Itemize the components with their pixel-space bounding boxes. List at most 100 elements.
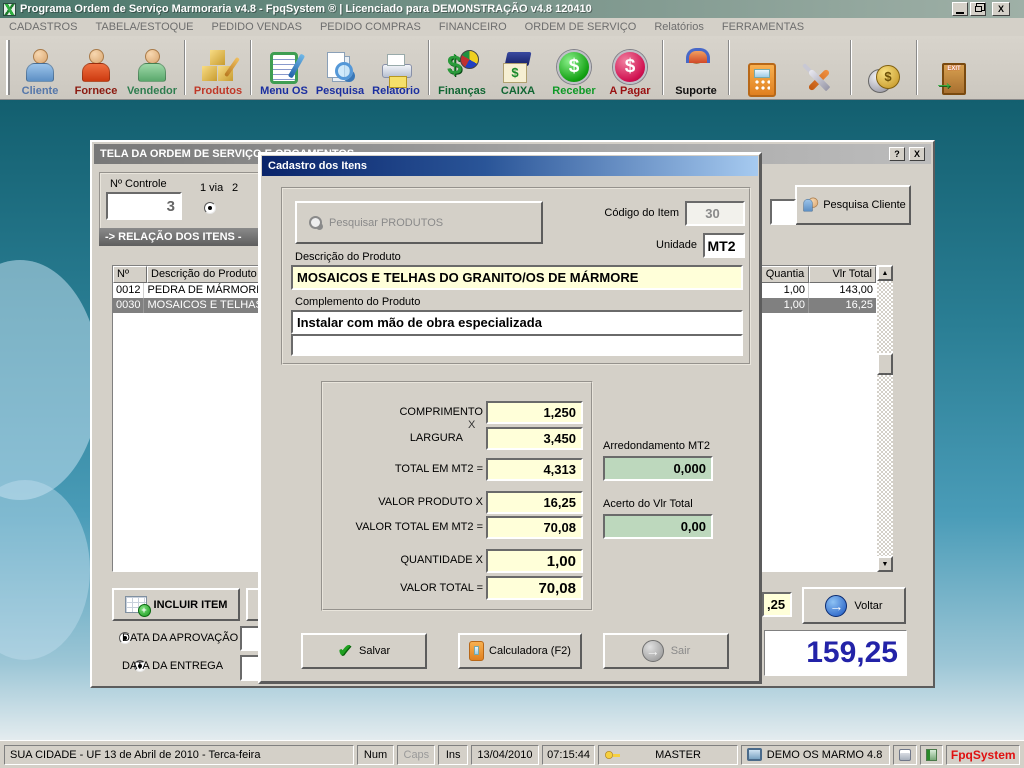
menu-cadastros[interactable]: CADASTROS (0, 21, 86, 33)
data-entrega-field[interactable] (240, 655, 260, 681)
calculadora-button[interactable]: Calculadora (F2) (458, 633, 582, 669)
partial-field (770, 199, 796, 225)
printer-icon (380, 52, 412, 84)
quantidade-field[interactable]: 1,00 (486, 549, 583, 573)
col-header-descricao[interactable]: Descrição do Produto (147, 266, 259, 283)
status-user: MASTER (598, 745, 737, 765)
toolbar-separator (916, 40, 918, 95)
os-window-close-button[interactable]: X (909, 147, 925, 161)
complemento-produto-field[interactable]: Instalar com mão de obra especializada (291, 310, 743, 334)
minimize-button[interactable] (952, 2, 968, 16)
toolbar-menu-os-button[interactable]: Menu OS (256, 36, 312, 99)
col-header-numero[interactable]: Nº (113, 266, 147, 283)
complemento-produto-label: Complemento do Produto (295, 296, 420, 308)
toolbar-financas-button[interactable]: $ Finanças (434, 36, 490, 99)
key-icon (604, 749, 620, 761)
scroll-down-button[interactable]: ▼ (877, 556, 893, 572)
scroll-up-button[interactable]: ▲ (877, 265, 893, 281)
client-person-icon (23, 48, 57, 84)
menu-pedido-compras[interactable]: PEDIDO COMPRAS (311, 21, 430, 33)
unidade-label: Unidade (649, 239, 697, 251)
salvar-button[interactable]: ✔ Salvar (301, 633, 427, 669)
menu-tabela-estoque[interactable]: TABELA/ESTOQUE (86, 21, 202, 33)
dialog-titlebar[interactable]: Cadastro dos Itens (262, 156, 758, 176)
toolbar-coins-button[interactable] (856, 36, 912, 99)
table-row[interactable]: 1,00 143,00 (761, 283, 876, 298)
incluir-item-button[interactable]: INCLUIR ITEM (112, 588, 240, 621)
table-row-selected[interactable]: 1,00 16,25 (761, 298, 876, 313)
acerto-vlr-total-field[interactable]: 0,00 (603, 514, 713, 539)
toolbar-relatorio-button[interactable]: Relatório (368, 36, 424, 99)
toolbar-pesquisa-button[interactable]: Pesquisa (312, 36, 368, 99)
toolbar-calculator-button[interactable] (734, 36, 790, 99)
items-scrollbar[interactable]: ▲ ▼ (877, 265, 893, 572)
toolbar-suporte-button[interactable]: Suporte (668, 36, 724, 99)
valor-produto-field[interactable]: 16,25 (486, 491, 583, 514)
total-mt2-label: TOTAL EM MT2 = (323, 463, 483, 475)
finance-dollar-pie-icon: $ (445, 48, 479, 84)
largura-label: LARGURA (323, 432, 463, 444)
toolbar-a-pagar-button[interactable]: $ A Pagar (602, 36, 658, 99)
menu-ordem-servico[interactable]: ORDEM DE SERVIÇO (516, 21, 646, 33)
seller-person-icon (135, 48, 169, 84)
toolbar-receber-button[interactable]: $ Receber (546, 36, 602, 99)
desktop-logo-shape (0, 480, 90, 660)
toolbar-cliente-button[interactable]: Cliente (12, 36, 68, 99)
toolbar-vendedor-button[interactable]: Vendedor (124, 36, 180, 99)
valor-total-field[interactable]: 70,08 (486, 576, 583, 600)
menu-pedido-vendas[interactable]: PEDIDO VENDAS (202, 21, 310, 33)
valor-total-mt2-field[interactable]: 70,08 (486, 516, 583, 539)
col-header-vlr-total[interactable]: Vlr Total (809, 266, 876, 283)
unidade-field[interactable]: MT2 (703, 233, 745, 258)
controle-field[interactable]: 3 (106, 192, 182, 220)
scroll-up-icon: ▲ (882, 270, 889, 277)
menu-ferramentas[interactable]: FERRAMENTAS (713, 21, 813, 33)
app-title: Programa Ordem de Serviço Marmoraria v4.… (16, 3, 592, 15)
total-mt2-field[interactable]: 4,313 (486, 458, 583, 481)
data-entrega-label: DATA DA ENTREGA (122, 660, 223, 672)
cadastro-itens-dialog: Cadastro dos Itens Pesquisar PRODUTOS Có… (258, 152, 762, 684)
largura-field[interactable]: 3,450 (486, 427, 583, 450)
search-magnifier-icon (309, 216, 322, 229)
valor-total-label: VALOR TOTAL = (323, 582, 483, 594)
valor-total-mt2-label: VALOR TOTAL EM MT2 = (323, 521, 483, 533)
pesquisa-cliente-button[interactable]: Pesquisa Cliente (795, 185, 911, 225)
toolbar-separator (184, 40, 186, 95)
computer-icon (747, 748, 762, 761)
menu-bar: CADASTROS TABELA/ESTOQUE PEDIDO VENDAS P… (0, 18, 1024, 36)
toolbar-caixa-button[interactable]: CAIXA (490, 36, 546, 99)
arredondamento-field[interactable]: 0,000 (603, 456, 713, 481)
quantidade-label: QUANTIDADE X (323, 554, 483, 566)
menu-financeiro[interactable]: FINANCEIRO (430, 21, 516, 33)
via1-radio[interactable] (204, 202, 216, 214)
partial-value-field[interactable]: ,25 (762, 592, 792, 617)
clipboard-icon (270, 52, 298, 84)
close-button[interactable]: X (992, 2, 1010, 16)
complemento-produto-field-2[interactable] (291, 334, 743, 356)
restore-button[interactable] (970, 2, 986, 16)
scrollbar-thumb[interactable] (877, 353, 893, 375)
toolbar-separator (428, 40, 430, 95)
col-header-quantia[interactable]: Quantia (761, 266, 809, 283)
os-window-help-button[interactable]: ? (889, 147, 905, 161)
total-display: 159,25 (764, 630, 907, 676)
data-aprovacao-field[interactable] (240, 626, 260, 651)
voltar-button[interactable]: → Voltar (802, 587, 906, 624)
toolbar-tools-button[interactable] (790, 36, 846, 99)
table-row-selected[interactable]: 0030 MOSAICOS E TELHAS (113, 298, 259, 313)
check-icon: ✔ (338, 641, 352, 661)
toolbar-produtos-button[interactable]: Produtos (190, 36, 246, 99)
status-time: 07:15:44 (542, 745, 596, 765)
toolbar-exit-button[interactable] (922, 36, 978, 99)
help-icon: ? (894, 150, 900, 159)
descricao-produto-field[interactable]: MOSAICOS E TELHAS DO GRANITO/OS DE MÁRMO… (291, 265, 743, 290)
toolbar-fornecedor-button[interactable]: Fornece (68, 36, 124, 99)
comprimento-field[interactable]: 1,250 (486, 401, 583, 424)
via2-label: 2 (232, 182, 238, 194)
status-print-panel[interactable] (893, 745, 917, 765)
status-num: Num (357, 745, 395, 765)
menu-relatorios[interactable]: Relatórios (645, 21, 713, 33)
table-row[interactable]: 0012 PEDRA DE MÁRMORE (113, 283, 259, 298)
app-titlebar: Programa Ordem de Serviço Marmoraria v4.… (0, 0, 1024, 18)
status-network-panel[interactable] (920, 745, 944, 765)
